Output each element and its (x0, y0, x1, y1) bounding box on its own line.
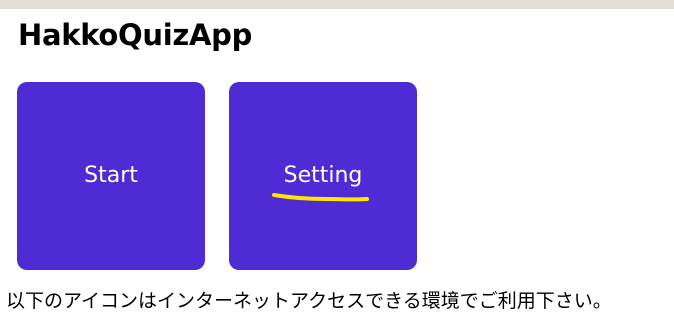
start-button[interactable]: Start (17, 82, 205, 270)
start-button-label: Start (84, 163, 138, 188)
window-top-strip (0, 0, 674, 9)
app-title: HakkoQuizApp (18, 18, 253, 52)
internet-notice-text: 以下のアイコンはインターネットアクセスできる環境でご利用下さい。 (6, 290, 612, 312)
setting-button-label: Setting (283, 163, 363, 188)
setting-button[interactable]: Setting (229, 82, 417, 270)
